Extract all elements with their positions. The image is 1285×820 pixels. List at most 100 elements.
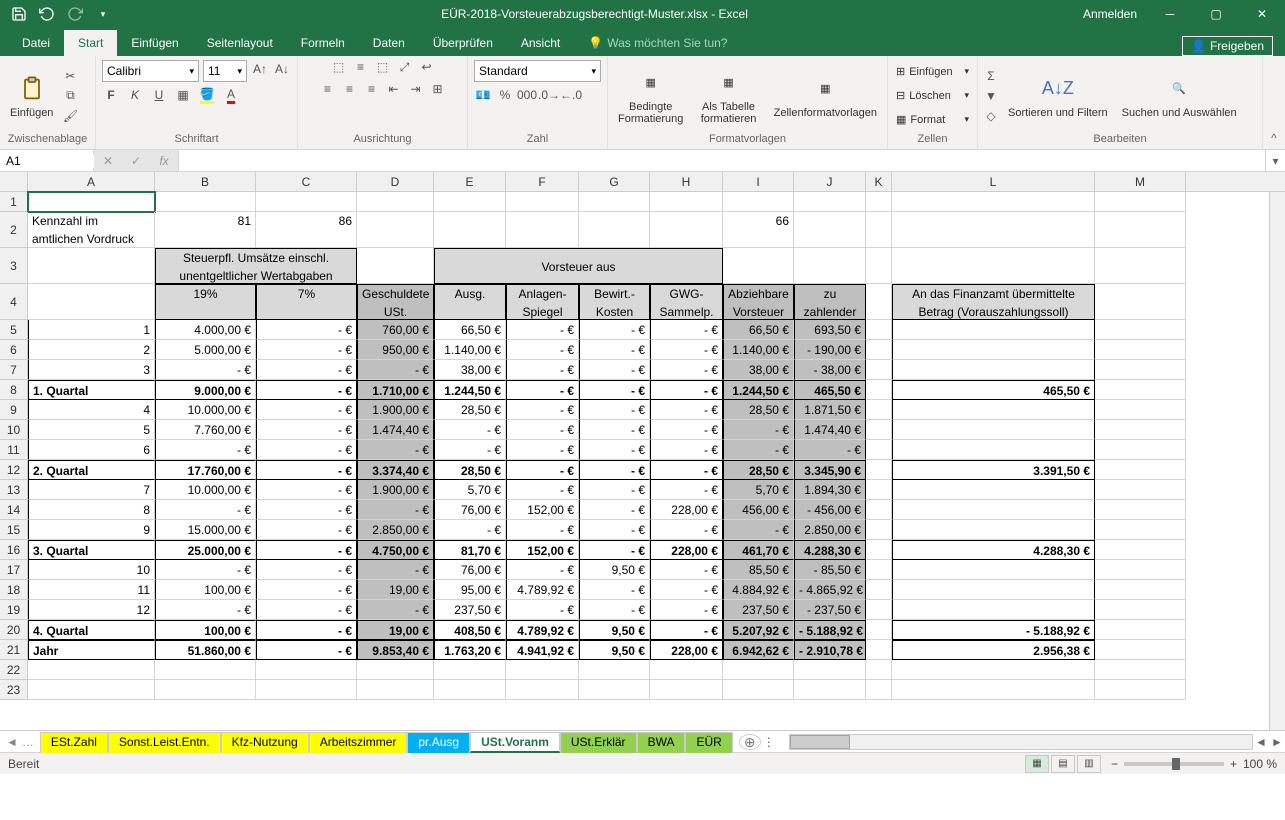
row-header[interactable]: 14 <box>0 500 28 520</box>
cell[interactable] <box>1095 248 1186 284</box>
cell[interactable]: 25.000,00 € <box>155 540 256 560</box>
cell[interactable]: 456,00 € <box>723 500 794 520</box>
cell[interactable] <box>892 340 1095 360</box>
sheet-nav-first-icon[interactable]: ◄ <box>6 735 18 749</box>
row-header[interactable]: 15 <box>0 520 28 540</box>
cell[interactable]: 4.884,92 € <box>723 580 794 600</box>
decrease-font-icon[interactable]: A↓ <box>273 60 291 78</box>
cell[interactable]: 3.374,40 € <box>357 460 434 480</box>
cell[interactable]: 19,00 € <box>357 620 434 640</box>
cell[interactable]: - € <box>506 340 579 360</box>
cell[interactable] <box>866 640 892 660</box>
row-header[interactable]: 20 <box>0 620 28 640</box>
row-header[interactable]: 9 <box>0 400 28 420</box>
cell[interactable] <box>866 680 892 700</box>
cell[interactable] <box>866 284 892 320</box>
cell[interactable]: - € <box>506 480 579 500</box>
cell[interactable] <box>1095 360 1186 380</box>
column-header[interactable]: M <box>1095 172 1186 191</box>
cell[interactable] <box>892 360 1095 380</box>
new-sheet-button[interactable]: ⊕ <box>739 734 761 750</box>
cell[interactable] <box>866 340 892 360</box>
cell[interactable]: 2.850,00 € <box>357 520 434 540</box>
cell[interactable]: 461,70 € <box>723 540 794 560</box>
cell[interactable]: - € <box>506 520 579 540</box>
fill-icon[interactable]: ▼ <box>982 87 1000 105</box>
row-header[interactable]: 1 <box>0 192 28 212</box>
cell[interactable]: - € <box>506 380 579 400</box>
cell[interactable] <box>1095 380 1186 400</box>
cell[interactable]: - € <box>650 580 723 600</box>
cell[interactable]: - € <box>256 560 357 580</box>
scroll-thumb[interactable] <box>790 735 850 749</box>
cell[interactable]: - € <box>256 400 357 420</box>
cell[interactable] <box>866 320 892 340</box>
orientation-icon[interactable]: ⤢ <box>396 58 414 76</box>
row-header[interactable]: 8 <box>0 380 28 400</box>
cell[interactable] <box>892 680 1095 700</box>
align-left-icon[interactable]: ≡ <box>319 80 337 98</box>
cell[interactable]: - 237,50 € <box>794 600 866 620</box>
sheet-tab[interactable]: USt.Erklär <box>560 732 637 753</box>
cell[interactable]: - € <box>256 320 357 340</box>
cell[interactable]: Steuerpfl. Umsätze einschl. unentgeltlic… <box>155 248 357 284</box>
cell[interactable]: 6.942,62 € <box>723 640 794 660</box>
column-header[interactable]: B <box>155 172 256 191</box>
font-name-combo[interactable]: Calibri▾ <box>102 60 199 82</box>
cell[interactable]: - € <box>434 520 506 540</box>
tab-seitenlayout[interactable]: Seitenlayout <box>193 30 287 56</box>
cell[interactable] <box>866 580 892 600</box>
cell[interactable]: 1.244,50 € <box>434 380 506 400</box>
cell[interactable]: Abziehbare Vorsteuer <box>723 284 794 320</box>
cell[interactable]: - € <box>256 460 357 480</box>
cell[interactable]: 28,50 € <box>723 460 794 480</box>
cell[interactable]: 10.000,00 € <box>155 480 256 500</box>
cell[interactable]: - € <box>579 520 650 540</box>
cell[interactable]: Vorsteuer aus <box>434 248 723 284</box>
cell[interactable] <box>794 680 866 700</box>
cell[interactable]: 1.710,00 € <box>357 380 434 400</box>
cell[interactable]: - € <box>256 480 357 500</box>
cell[interactable]: - 456,00 € <box>794 500 866 520</box>
cell[interactable]: 17.760,00 € <box>155 460 256 480</box>
cell[interactable] <box>892 520 1095 540</box>
cell[interactable] <box>866 212 892 248</box>
cell[interactable]: 11 <box>28 580 155 600</box>
cell[interactable]: - € <box>357 440 434 460</box>
cell[interactable]: - € <box>256 380 357 400</box>
cell[interactable]: - € <box>579 420 650 440</box>
cell[interactable] <box>892 580 1095 600</box>
cell[interactable]: 1.900,00 € <box>357 400 434 420</box>
cell[interactable] <box>506 680 579 700</box>
cell[interactable]: 228,00 € <box>650 500 723 520</box>
cell[interactable] <box>434 660 506 680</box>
cell[interactable]: - € <box>650 440 723 460</box>
cell[interactable]: 9,50 € <box>579 560 650 580</box>
cell[interactable]: 1 <box>28 320 155 340</box>
cell[interactable]: 100,00 € <box>155 580 256 600</box>
cell[interactable] <box>892 248 1095 284</box>
increase-indent-icon[interactable]: ⇥ <box>407 80 425 98</box>
cell[interactable]: 7 <box>28 480 155 500</box>
row-header[interactable]: 23 <box>0 680 28 700</box>
cell[interactable] <box>866 520 892 540</box>
cell[interactable] <box>892 560 1095 580</box>
cell[interactable]: 4.789,92 € <box>506 620 579 640</box>
cell-styles-button[interactable]: ▦Zellenformatvorlagen <box>768 71 883 121</box>
cell[interactable]: - € <box>506 600 579 620</box>
cell[interactable] <box>256 192 357 212</box>
cell[interactable]: 237,50 € <box>723 600 794 620</box>
row-header[interactable]: 2 <box>0 212 28 248</box>
tab-ansicht[interactable]: Ansicht <box>507 30 574 56</box>
row-header[interactable]: 3 <box>0 248 28 284</box>
cell[interactable] <box>1095 680 1186 700</box>
cell[interactable] <box>1095 400 1186 420</box>
cell[interactable] <box>357 660 434 680</box>
column-header[interactable]: K <box>866 172 892 191</box>
cell[interactable] <box>892 440 1095 460</box>
maximize-icon[interactable]: ▢ <box>1193 0 1239 28</box>
cell[interactable] <box>866 400 892 420</box>
cell[interactable]: 1.894,30 € <box>794 480 866 500</box>
cell[interactable]: - € <box>256 360 357 380</box>
vertical-scrollbar[interactable] <box>1269 192 1285 730</box>
